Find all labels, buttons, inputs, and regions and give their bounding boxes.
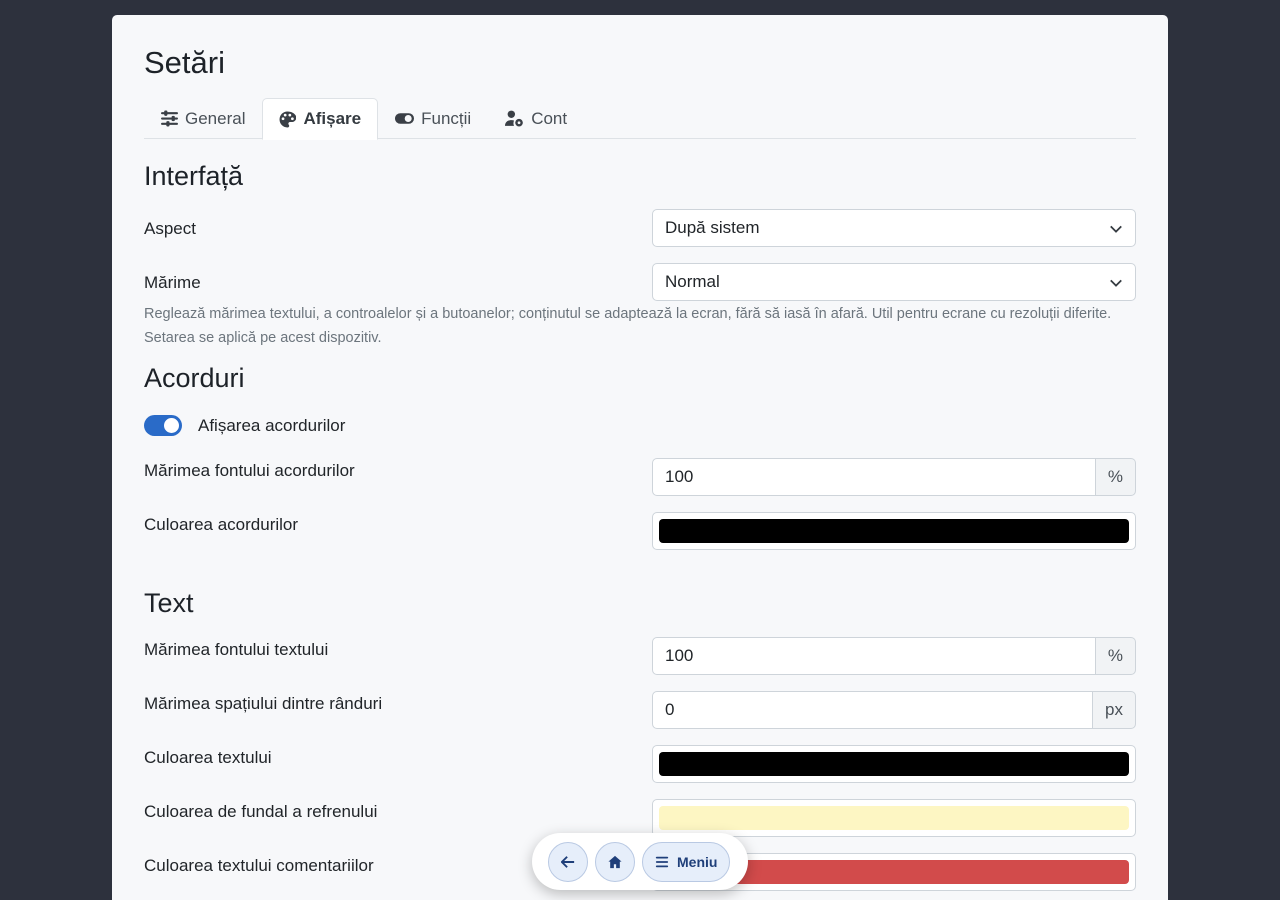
chorus-bg-color-picker[interactable] bbox=[652, 799, 1136, 837]
settings-panel: Setări General Afișare Funcții Cont Inte… bbox=[112, 15, 1168, 900]
text-color-label: Culoarea textului bbox=[144, 748, 272, 767]
chorus-bg-label: Culoarea de fundal a refrenului bbox=[144, 802, 378, 821]
line-spacing-label: Mărimea spațiului dintre rânduri bbox=[144, 694, 383, 713]
show-chords-label: Afișarea acordurilor bbox=[198, 415, 346, 435]
back-button[interactable] bbox=[548, 841, 588, 882]
tab-general[interactable]: General bbox=[144, 98, 262, 139]
appearance-select[interactable]: După sistem bbox=[652, 209, 1136, 247]
chorus-bg-swatch bbox=[659, 806, 1129, 830]
size-value: Normal bbox=[665, 272, 720, 291]
home-button[interactable] bbox=[595, 841, 635, 882]
bars-icon bbox=[655, 856, 669, 867]
size-select[interactable]: Normal bbox=[652, 263, 1136, 301]
appearance-label: Aspect bbox=[144, 219, 196, 238]
chord-font-size-input[interactable]: 100 bbox=[652, 458, 1096, 496]
chord-font-size-unit: % bbox=[1095, 458, 1136, 496]
line-spacing-input[interactable]: 0 bbox=[652, 691, 1094, 729]
chord-color-swatch bbox=[659, 519, 1129, 543]
tab-functions[interactable]: Funcții bbox=[378, 98, 488, 139]
line-spacing-unit: px bbox=[1093, 691, 1136, 729]
tab-label: Funcții bbox=[421, 108, 472, 128]
size-help-line: Reglează mărimea textului, a controalelo… bbox=[144, 306, 1112, 322]
tab-label: Cont bbox=[531, 108, 568, 128]
text-font-size-input[interactable]: 100 bbox=[652, 637, 1096, 675]
user-gear-icon bbox=[505, 110, 524, 127]
tab-account[interactable]: Cont bbox=[488, 98, 584, 139]
size-label: Mărime bbox=[144, 273, 201, 292]
sliders-icon bbox=[161, 110, 178, 127]
text-font-size-label: Mărimea fontului textului bbox=[144, 640, 329, 659]
appearance-value: După sistem bbox=[665, 218, 760, 237]
tab-display[interactable]: Afișare bbox=[262, 98, 379, 140]
settings-tabs: General Afișare Funcții Cont bbox=[144, 98, 1136, 140]
show-chords-row: Afișarea acordurilor bbox=[144, 415, 345, 436]
size-help-line: Setarea se aplică pe acest dispozitiv. bbox=[144, 330, 382, 346]
show-chords-toggle[interactable] bbox=[144, 415, 182, 436]
palette-icon bbox=[280, 111, 297, 127]
section-heading-text: Text bbox=[144, 588, 194, 618]
arrow-left-icon bbox=[561, 855, 575, 868]
text-color-picker[interactable] bbox=[652, 745, 1136, 783]
text-font-size-unit: % bbox=[1095, 637, 1136, 675]
comment-color-label: Culoarea textului comentariilor bbox=[144, 856, 374, 875]
text-color-swatch bbox=[659, 752, 1129, 776]
chord-color-label: Culoarea acordurilor bbox=[144, 515, 299, 534]
toggle-icon bbox=[395, 113, 415, 124]
line-spacing-group: 0 px bbox=[652, 691, 1136, 729]
tab-label: General bbox=[185, 108, 246, 128]
section-heading-chords: Acorduri bbox=[144, 363, 245, 393]
chord-font-size-label: Mărimea fontului acordurilor bbox=[144, 461, 355, 480]
chevron-down-icon bbox=[1110, 225, 1122, 233]
section-heading-interface: Interfață bbox=[144, 161, 244, 191]
floating-nav-bar: Meniu bbox=[532, 833, 748, 890]
home-icon bbox=[608, 855, 622, 868]
menu-button[interactable]: Meniu bbox=[642, 841, 731, 882]
chevron-down-icon bbox=[1110, 279, 1122, 287]
page-title: Setări bbox=[144, 45, 225, 80]
chord-font-size-group: 100 % bbox=[652, 458, 1136, 496]
size-help-text: Reglează mărimea textului, a controalelo… bbox=[144, 302, 1144, 350]
menu-label: Meniu bbox=[677, 853, 718, 870]
text-font-size-group: 100 % bbox=[652, 637, 1136, 675]
chord-color-picker[interactable] bbox=[652, 512, 1136, 550]
tab-label: Afișare bbox=[303, 109, 362, 128]
